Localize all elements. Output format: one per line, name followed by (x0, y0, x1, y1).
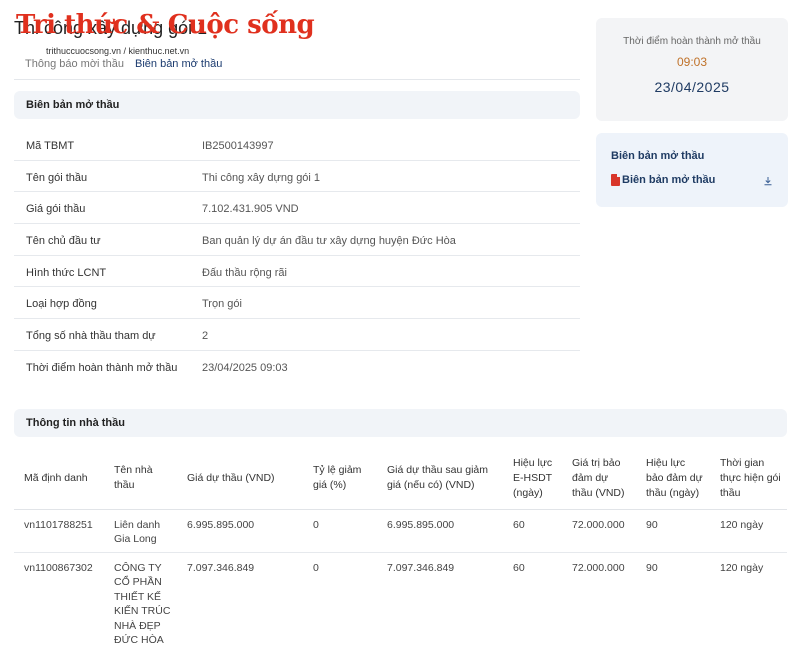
download-card: Biên bản mở thầu Biên bản mở thầu (596, 133, 788, 207)
watermark: Tri thức & Cuộc sống trithuccuocsong.vn … (16, 10, 315, 56)
column-header: Mã định danh (14, 448, 104, 510)
info-value: 2 (202, 330, 209, 343)
table-cell: 7.097.346.849 (387, 561, 455, 574)
info-value: Đấu thầu rộng rãi (202, 266, 287, 279)
column-header: Giá trị bảo đảm dự thầu (VND) (562, 448, 636, 510)
table-cell: 120 ngày (710, 509, 787, 553)
info-row: Tên gói thầu Thi công xây dựng gói 1 (14, 161, 580, 193)
tab-opening-minutes[interactable]: Biên bản mở thầu (135, 58, 222, 70)
opening-info-list: Mã TBMT IB2500143997 Tên gói thầu Thi cô… (14, 129, 580, 383)
info-row: Tổng số nhà thầu tham dự 2 (14, 319, 580, 351)
column-header: Giá dự thầu (VND) (177, 448, 303, 510)
table-cell: 72.000.000 (572, 561, 625, 574)
info-key: Tổng số nhà thầu tham dự (26, 330, 156, 343)
table-cell: 7.097.346.849 (187, 561, 255, 574)
download-link-row[interactable]: Biên bản mở thầu (611, 173, 773, 189)
info-row: Mã TBMT IB2500143997 (14, 129, 580, 161)
table-cell: 90 (646, 561, 658, 574)
column-header: Giá dự thầu sau giảm giá (nếu có) (VND) (377, 448, 503, 510)
table-cell: 60 (503, 509, 562, 553)
info-row: Thời điểm hoàn thành mở thầu 23/04/2025 … (14, 351, 580, 383)
column-header: Hiệu lực bảo đảm dự thầu (ngày) (636, 448, 710, 510)
column-header: Hiệu lực E-HSDT (ngày) (503, 448, 562, 510)
info-key: Loại hợp đồng (26, 298, 97, 311)
watermark-logo-text: Tri thức & Cuộc sống (16, 10, 315, 40)
info-key: Thời điểm hoàn thành mở thầu (26, 361, 178, 374)
column-header: Tên nhà thầu (104, 448, 177, 510)
info-key: Tên chủ đầu tư (26, 235, 101, 248)
table-cell: 60 (513, 561, 525, 574)
completion-time-label: Thời điểm hoàn thành mở thầu (623, 36, 761, 47)
info-value: IB2500143997 (202, 140, 274, 152)
tab-bid-notice[interactable]: Thông báo mời thầu (25, 58, 124, 70)
completion-time-card: Thời điểm hoàn thành mở thầu 09:03 23/04… (596, 18, 788, 121)
table-cell: CÔNG TY CỔ PHẦN THIẾT KẾ KIẾN TRÚC NHÀ Đ… (114, 561, 171, 647)
watermark-url: trithuccuocsong.vn / kienthuc.net.vn (46, 46, 190, 56)
table-cell: vn1101788251 (14, 509, 104, 553)
info-value: 23/04/2025 09:03 (202, 361, 288, 374)
table-cell: 6.995.895.000 (177, 509, 303, 553)
bidders-table: Mã định danh Tên nhà thầu Giá dự thầu (V… (14, 448, 787, 652)
info-key: Hình thức LCNT (26, 266, 107, 279)
watermark-logo: Tri thức & Cuộc sống (16, 10, 315, 40)
completion-date-value: 23/04/2025 (654, 79, 730, 95)
table-cell: 120 ngày (720, 561, 764, 574)
section-header-bidders: Thông tin nhà thầu (14, 409, 787, 437)
info-key: Giá gói thầu (26, 203, 86, 216)
table-cell: 6.995.895.000 (377, 509, 503, 553)
info-value: Ban quản lý dự án đầu tư xây dựng huyện … (202, 235, 456, 248)
info-value: 7.102.431.905 VND (202, 203, 299, 216)
table-cell: 90 (636, 509, 710, 553)
pdf-file-icon (611, 174, 620, 186)
section-header-opening-minutes: Biên bản mở thầu (14, 91, 580, 119)
table-cell: Liên danh Gia Long (104, 509, 177, 553)
opening-minutes-file-link[interactable]: Biên bản mở thầu (622, 174, 715, 186)
info-row: Giá gói thầu 7.102.431.905 VND (14, 192, 580, 225)
completion-time-value: 09:03 (676, 55, 708, 69)
table-row: vn1101788251 Liên danh Gia Long 6.995.89… (14, 509, 787, 553)
table-cell: vn1100867302 (24, 561, 93, 574)
download-card-title: Biên bản mở thầu (611, 150, 705, 162)
info-row: Loại hợp đồng Trọn gói (14, 287, 580, 320)
table-cell: 72.000.000 (562, 509, 636, 553)
table-row: vn1100867302 CÔNG TY CỔ PHẦN THIẾT KẾ KI… (14, 552, 787, 652)
info-key: Mã TBMT (26, 140, 75, 152)
table-cell: 0 (303, 509, 377, 553)
download-icon[interactable] (763, 176, 773, 186)
info-value: Thi công xây dựng gói 1 (202, 171, 321, 184)
column-header: Tỷ lệ giảm giá (%) (303, 448, 377, 510)
column-header: Thời gian thực hiện gói thầu (710, 448, 787, 510)
info-value: Trọn gói (202, 298, 242, 311)
info-row: Hình thức LCNT Đấu thầu rộng rãi (14, 256, 580, 288)
tab-bar: Thông báo mời thầu Biên bản mở thầu (14, 56, 580, 80)
info-key: Tên gói thầu (26, 171, 88, 184)
table-cell: 0 (313, 561, 319, 574)
info-row: Tên chủ đầu tư Ban quản lý dự án đầu tư … (14, 224, 580, 256)
table-header-row: Mã định danh Tên nhà thầu Giá dự thầu (V… (14, 448, 787, 510)
